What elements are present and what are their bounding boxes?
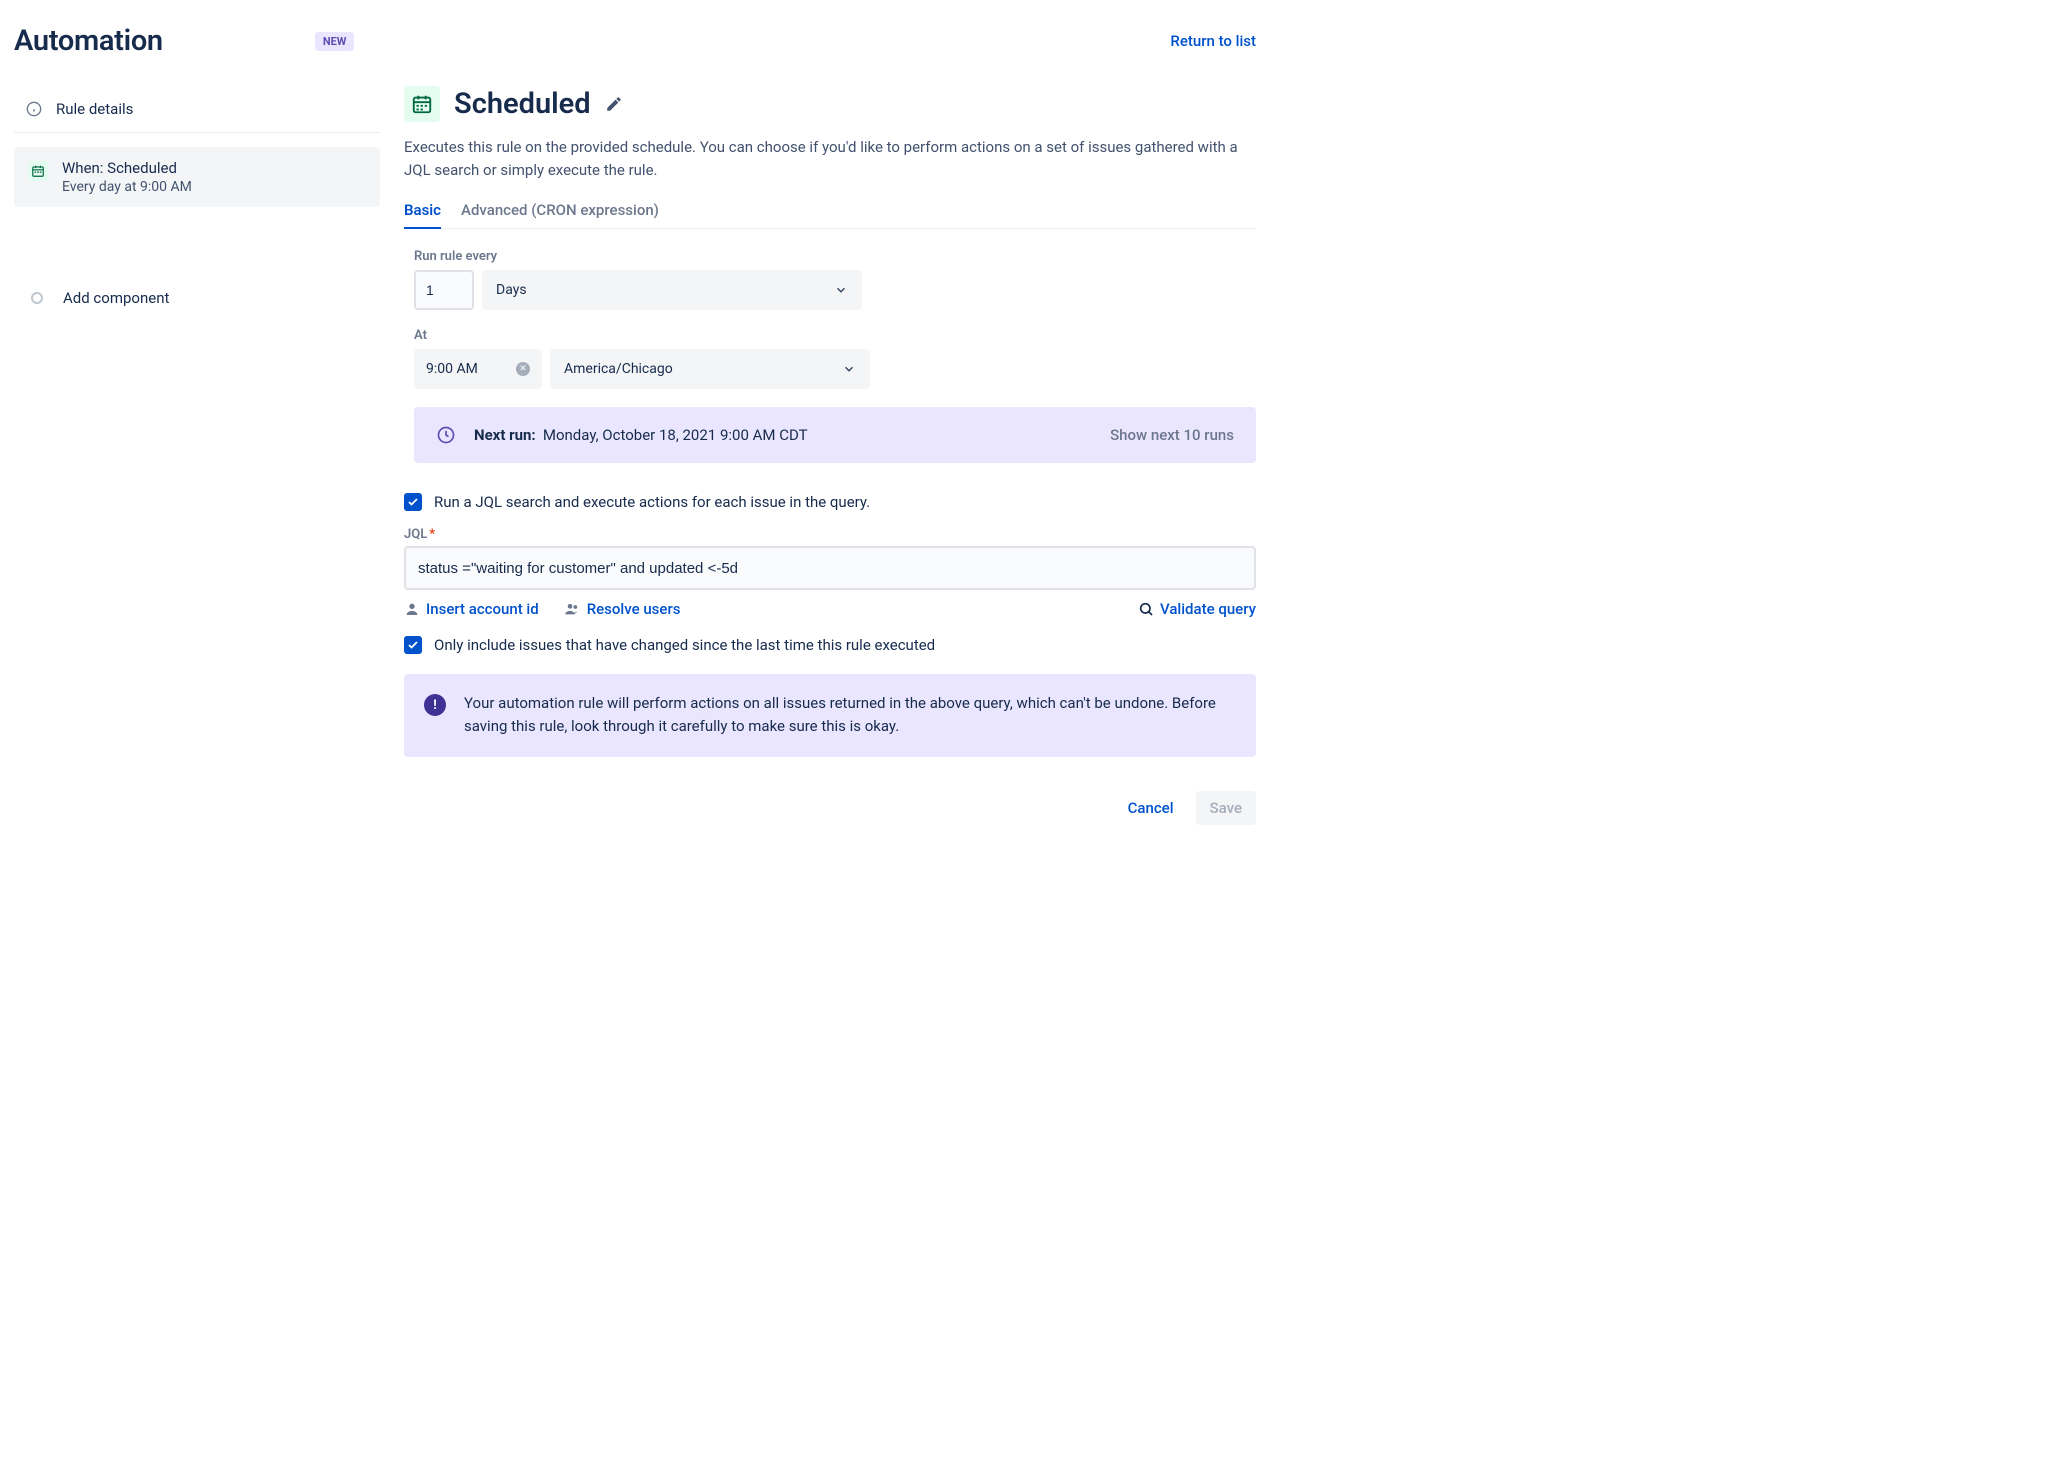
users-icon	[563, 601, 581, 617]
time-input[interactable]: 9:00 AM ✕	[414, 349, 542, 389]
interval-input[interactable]	[414, 270, 474, 310]
run-every-label: Run rule every	[414, 249, 1256, 264]
rule-details-label: Rule details	[56, 100, 133, 118]
trigger-subtitle: Every day at 9:00 AM	[62, 179, 192, 195]
save-button[interactable]: Save	[1196, 791, 1256, 825]
user-icon	[404, 601, 420, 617]
resolve-users-link[interactable]: Resolve users	[563, 600, 681, 618]
section-description: Executes this rule on the provided sched…	[404, 136, 1256, 181]
only-changed-checkbox[interactable]	[404, 636, 422, 654]
calendar-icon	[404, 86, 440, 122]
chevron-down-icon	[842, 362, 856, 376]
jql-search-checkbox[interactable]	[404, 493, 422, 511]
add-component-label: Add component	[63, 289, 169, 307]
info-icon: !	[424, 694, 446, 716]
only-changed-label: Only include issues that have changed si…	[434, 636, 935, 654]
circle-icon	[31, 292, 43, 304]
clock-icon	[436, 425, 456, 445]
trigger-title: When: Scheduled	[62, 159, 192, 177]
validate-query-link[interactable]: Validate query	[1138, 600, 1256, 618]
chevron-down-icon	[834, 283, 848, 297]
cancel-button[interactable]: Cancel	[1118, 791, 1184, 825]
add-component-button[interactable]: Add component	[14, 275, 380, 321]
tab-advanced[interactable]: Advanced (CRON expression)	[461, 201, 659, 228]
warning-banner: ! Your automation rule will perform acti…	[404, 674, 1256, 757]
section-title: Scheduled	[454, 87, 591, 121]
calendar-icon	[28, 161, 48, 181]
unit-value: Days	[496, 282, 527, 298]
trigger-card[interactable]: When: Scheduled Every day at 9:00 AM	[14, 147, 380, 207]
next-run-label: Next run:	[474, 426, 536, 444]
jql-field-label: JQL*	[404, 527, 1256, 542]
jql-checkbox-label: Run a JQL search and execute actions for…	[434, 493, 870, 511]
info-icon	[26, 101, 42, 117]
return-to-list-link[interactable]: Return to list	[1170, 32, 1256, 50]
rule-details-item[interactable]: Rule details	[14, 86, 380, 133]
timezone-select[interactable]: America/Chicago	[550, 349, 870, 389]
search-icon	[1138, 601, 1154, 617]
tab-basic[interactable]: Basic	[404, 201, 441, 229]
clear-icon[interactable]: ✕	[516, 362, 530, 376]
new-badge: NEW	[315, 32, 355, 51]
required-indicator: *	[429, 527, 435, 542]
timezone-value: America/Chicago	[564, 361, 673, 377]
next-run-value-text: Monday, October 18, 2021 9:00 AM CDT	[543, 426, 808, 444]
jql-input[interactable]	[404, 546, 1256, 590]
time-value: 9:00 AM	[426, 361, 478, 377]
next-run-banner: Next run: Monday, October 18, 2021 9:00 …	[414, 407, 1256, 463]
insert-account-id-link[interactable]: Insert account id	[404, 600, 539, 618]
warning-text: Your automation rule will perform action…	[464, 692, 1236, 739]
at-label: At	[414, 328, 1256, 343]
show-next-runs-link[interactable]: Show next 10 runs	[1110, 426, 1234, 444]
unit-select[interactable]: Days	[482, 270, 862, 310]
page-title: Automation	[14, 24, 163, 58]
edit-icon[interactable]	[605, 95, 623, 113]
